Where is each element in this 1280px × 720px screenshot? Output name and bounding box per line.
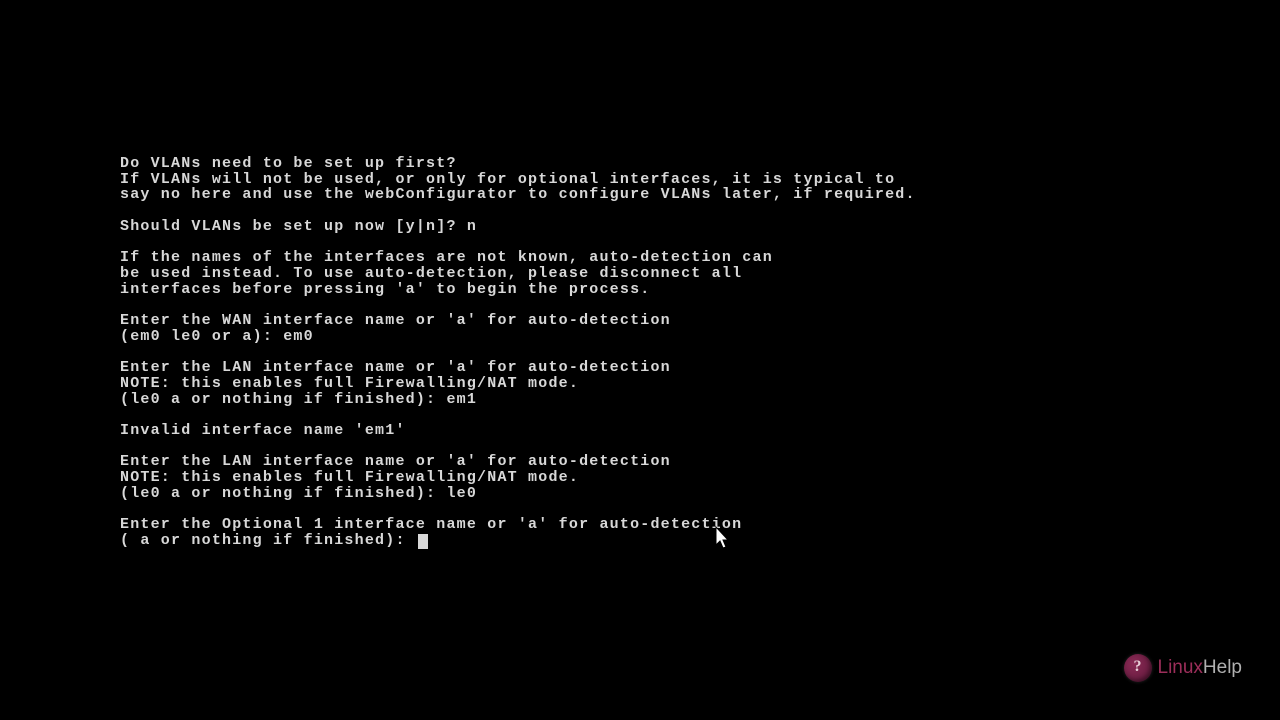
watermark-text: LinuxHelp bbox=[1158, 657, 1243, 679]
terminal-line: Invalid interface name 'em1' bbox=[120, 422, 406, 439]
watermark-badge-icon bbox=[1124, 654, 1152, 682]
terminal-line: If VLANs will not be used, or only for o… bbox=[120, 171, 895, 188]
terminal-line: Do VLANs need to be set up first? bbox=[120, 155, 457, 172]
terminal-line: Enter the WAN interface name or 'a' for … bbox=[120, 312, 671, 329]
terminal-line: NOTE: this enables full Firewalling/NAT … bbox=[120, 469, 579, 486]
terminal-line: say no here and use the webConfigurator … bbox=[120, 186, 916, 203]
terminal-line: Should VLANs be set up now [y|n]? n bbox=[120, 218, 477, 235]
terminal-line: (le0 a or nothing if finished): em1 bbox=[120, 391, 477, 408]
terminal-line: Enter the Optional 1 interface name or '… bbox=[120, 516, 742, 533]
text-cursor bbox=[418, 534, 428, 549]
watermark-logo: LinuxHelp bbox=[1124, 654, 1243, 682]
terminal-line: Enter the LAN interface name or 'a' for … bbox=[120, 359, 671, 376]
terminal-line: be used instead. To use auto-detection, … bbox=[120, 265, 742, 282]
terminal-line: (le0 a or nothing if finished): le0 bbox=[120, 485, 477, 502]
terminal-line: If the names of the interfaces are not k… bbox=[120, 249, 773, 266]
terminal-line: (em0 le0 or a): em0 bbox=[120, 328, 314, 345]
watermark-text-accent: Linux bbox=[1158, 657, 1203, 678]
terminal-output[interactable]: Do VLANs need to be set up first? If VLA… bbox=[120, 156, 916, 549]
terminal-line: NOTE: this enables full Firewalling/NAT … bbox=[120, 375, 579, 392]
terminal-prompt-line[interactable]: ( a or nothing if finished): bbox=[120, 532, 416, 549]
terminal-line: interfaces before pressing 'a' to begin … bbox=[120, 281, 650, 298]
watermark-text-rest: Help bbox=[1203, 657, 1242, 678]
terminal-line: Enter the LAN interface name or 'a' for … bbox=[120, 453, 671, 470]
